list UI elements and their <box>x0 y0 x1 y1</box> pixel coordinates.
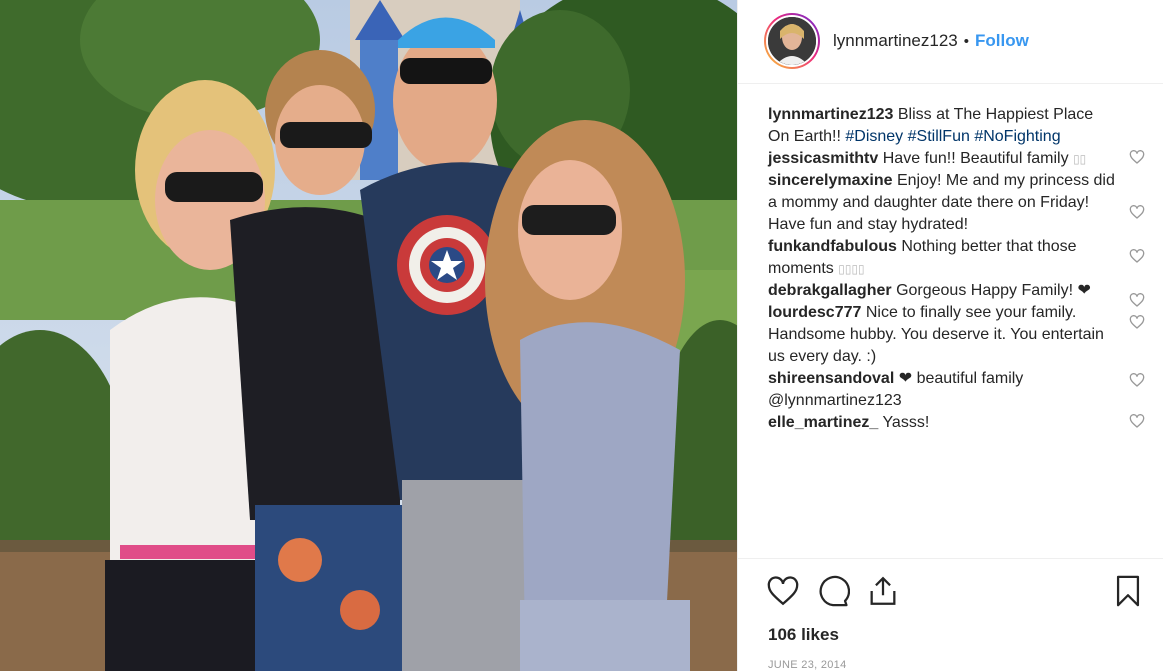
share-button[interactable] <box>866 574 900 608</box>
post-date: JUNE 23, 2014 <box>768 659 847 671</box>
bookmark-icon <box>1116 575 1140 607</box>
post-window: lynnmartinez123 • Follow lynnmartinez123… <box>0 0 1163 671</box>
comment-item: shireensandoval ❤ beautiful family @lynn… <box>768 368 1145 412</box>
post-sidebar: lynnmartinez123 • Follow lynnmartinez123… <box>737 0 1163 671</box>
comment-like-heart-icon[interactable] <box>1129 372 1145 388</box>
comment-text: Gorgeous Happy Family! ❤ <box>896 281 1091 299</box>
post-header: lynnmartinez123 • Follow <box>738 0 1163 84</box>
avatar-portrait-icon <box>768 17 816 66</box>
heart-icon <box>767 576 799 606</box>
share-upload-icon <box>870 576 896 605</box>
comment-text: Have fun!! Beautiful family <box>882 149 1069 167</box>
caption-username[interactable]: lynnmartinez123 <box>768 106 893 123</box>
like-button[interactable] <box>766 574 800 608</box>
comment-text: Yasss! <box>882 413 930 431</box>
comments-list: lynnmartinez123 Bliss at The Happiest Pl… <box>738 84 1163 560</box>
comment-like-heart-icon[interactable] <box>1129 413 1145 429</box>
comment-username[interactable]: lourdesc777 <box>768 304 861 321</box>
avatar-image <box>766 15 818 68</box>
comment-bubble-icon <box>819 575 851 607</box>
follow-button[interactable]: Follow <box>975 31 1029 51</box>
family-photo-image <box>0 0 737 671</box>
comment-item: funkandfabulous Nothing better that thos… <box>768 236 1145 280</box>
comment-item: jessicasmithtv Have fun!! Beautiful fami… <box>768 148 1145 170</box>
header-username[interactable]: lynnmartinez123 <box>833 31 958 51</box>
avatar[interactable] <box>764 13 820 70</box>
caption-hashtags[interactable]: #Disney #StillFun #NoFighting <box>845 128 1060 145</box>
comment-item: elle_martinez_ Yasss! <box>768 412 1145 434</box>
comment-item: debrakgallagher Gorgeous Happy Family! ❤ <box>768 280 1145 307</box>
comment-emoji: ▯▯ <box>1073 151 1087 166</box>
comment-username[interactable]: jessicasmithtv <box>768 150 878 167</box>
action-bar <box>738 559 1163 623</box>
likes-count[interactable]: 106 likes <box>738 625 1163 645</box>
comment-username[interactable]: funkandfabulous <box>768 238 897 255</box>
save-button[interactable] <box>1111 574 1145 608</box>
comment-item: lourdesc777 Nice to finally see your fam… <box>768 302 1145 368</box>
header-separator: • <box>963 32 970 50</box>
caption: lynnmartinez123 Bliss at The Happiest Pl… <box>768 104 1145 148</box>
comment-item: sincerelymaxine Enjoy! Me and my princes… <box>768 170 1145 236</box>
comment-button[interactable] <box>816 574 851 608</box>
comment-like-heart-icon[interactable] <box>1129 314 1145 330</box>
comment-username[interactable]: elle_martinez_ <box>768 414 878 431</box>
post-photo[interactable] <box>0 0 737 671</box>
comment-like-heart-icon[interactable] <box>1129 149 1145 165</box>
comment-username[interactable]: sincerelymaxine <box>768 172 893 189</box>
comment-username[interactable]: shireensandoval <box>768 370 894 387</box>
comment-like-heart-icon[interactable] <box>1129 204 1145 220</box>
comment-username[interactable]: debrakgallagher <box>768 282 892 299</box>
comment-emoji: ▯▯▯▯ <box>838 261 865 276</box>
comment-like-heart-icon[interactable] <box>1129 248 1145 264</box>
